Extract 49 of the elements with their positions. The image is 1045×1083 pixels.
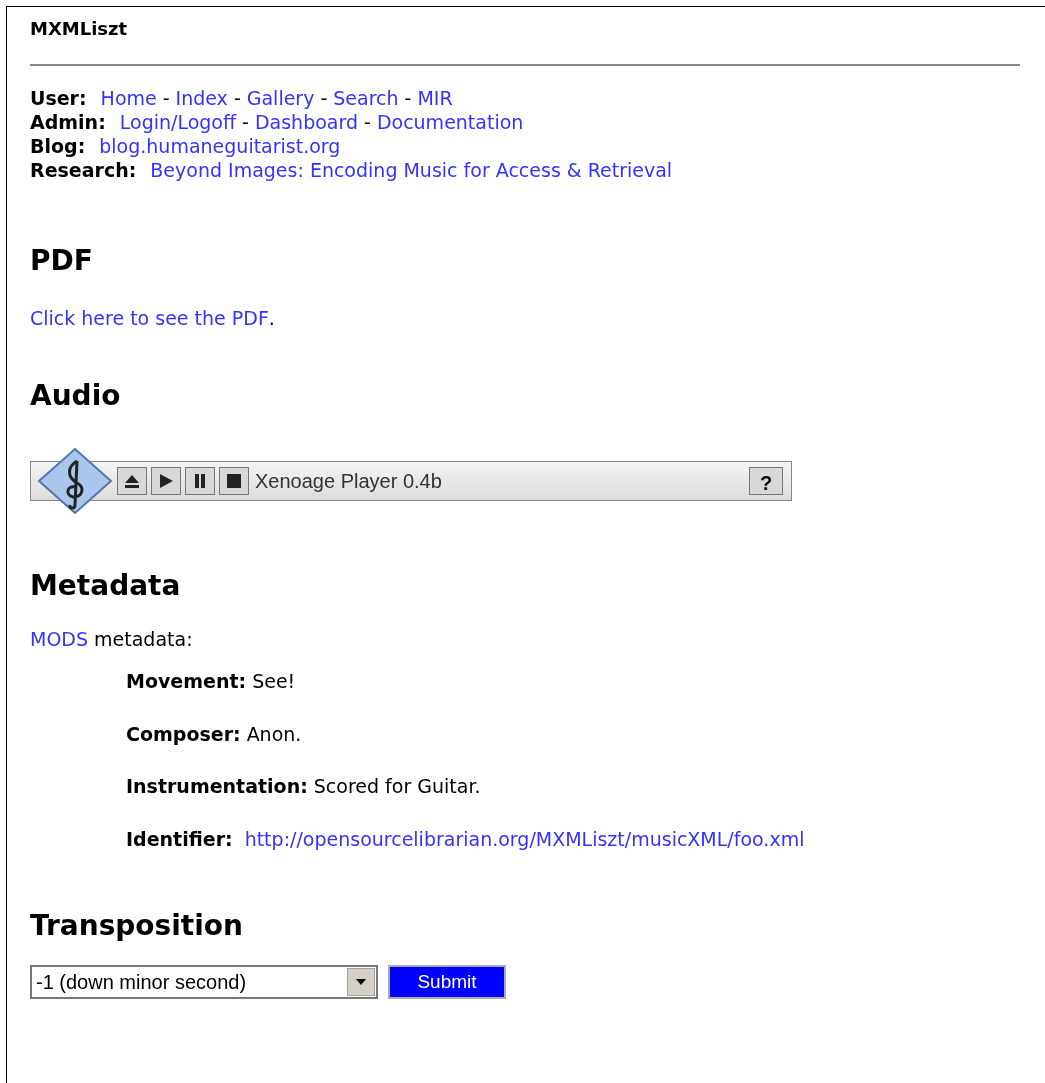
- separator: -: [320, 86, 328, 110]
- nav-link[interactable]: Search: [333, 86, 399, 110]
- nav-link[interactable]: blog.humaneguitarist.org: [99, 134, 341, 158]
- period: .: [268, 306, 275, 331]
- play-icon: [157, 472, 175, 489]
- separator: -: [364, 110, 371, 134]
- nav-link[interactable]: Gallery: [246, 86, 315, 110]
- field-label: Instrumentation:: [126, 774, 308, 799]
- section-heading: Audio: [30, 377, 122, 414]
- submit-button[interactable]: Submit: [388, 965, 506, 999]
- stop-icon: [225, 472, 243, 489]
- field-value: See!: [252, 669, 296, 694]
- nav-link[interactable]: Dashboard: [254, 110, 358, 134]
- field-link[interactable]: http://opensourcelibrarian.org/MXMLiszt/musicXML/foo.xml: [244, 824, 805, 853]
- field-label: Movement:: [126, 669, 247, 694]
- separator: -: [233, 86, 241, 110]
- field-value: Anon.: [246, 721, 302, 747]
- stop-button[interactable]: [219, 466, 249, 495]
- nav-label: Blog:: [30, 134, 86, 158]
- nav-label: Admin:: [30, 110, 106, 134]
- separator: -: [404, 86, 412, 110]
- nav-link[interactable]: Beyond Images: Encoding Music for Access & Retrieval: [150, 158, 673, 182]
- player-title: Xenoage Player 0.4b: [255, 468, 443, 494]
- pause-button[interactable]: [185, 466, 215, 495]
- help-button[interactable]: ?: [749, 466, 783, 495]
- section-heading: Metadata: [30, 567, 182, 604]
- nav-link[interactable]: Documentation: [376, 110, 524, 134]
- section-heading: Transposition: [30, 908, 245, 944]
- mods-link[interactable]: MODS: [30, 624, 89, 653]
- pdf-link[interactable]: Click here to see the PDF: [30, 304, 269, 333]
- metadata-label: metadata:: [94, 626, 193, 652]
- field-label: Composer:: [126, 721, 241, 747]
- dropdown-arrow-icon: [347, 968, 375, 996]
- nav-label: Research:: [30, 158, 137, 182]
- field-value: Scored for Guitar.: [313, 774, 481, 799]
- field-label: Identifier:: [126, 826, 233, 852]
- nav-link[interactable]: MIR: [417, 86, 453, 110]
- separator: -: [242, 110, 249, 134]
- nav-link[interactable]: Login/Logoff: [119, 110, 237, 134]
- treble-clef-icon: [37, 446, 113, 515]
- site-title: MXMLiszt: [30, 17, 129, 41]
- nav-link[interactable]: Home: [100, 86, 157, 110]
- section-heading: PDF: [30, 243, 94, 279]
- eject-button[interactable]: [117, 466, 147, 495]
- nav-link[interactable]: Index: [175, 86, 228, 110]
- play-button[interactable]: [151, 466, 181, 495]
- nav-label: User:: [30, 86, 87, 110]
- transposition-select[interactable]: -1 (down minor second): [30, 965, 378, 999]
- separator: -: [162, 86, 170, 110]
